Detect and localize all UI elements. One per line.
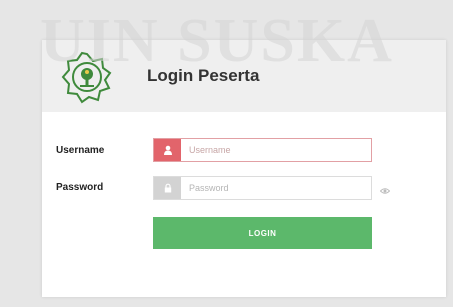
password-field[interactable] bbox=[153, 176, 372, 200]
username-input[interactable] bbox=[181, 139, 371, 161]
password-input[interactable] bbox=[181, 177, 371, 199]
uin-suska-emblem-icon bbox=[60, 50, 114, 104]
eye-icon[interactable] bbox=[379, 183, 391, 194]
card-header: Login Peserta bbox=[42, 40, 446, 112]
login-card: Login Peserta Username Password LOGIN bbox=[42, 40, 446, 297]
page-title: Login Peserta bbox=[147, 66, 260, 85]
username-label: Username bbox=[56, 145, 105, 156]
username-field[interactable] bbox=[153, 138, 372, 162]
user-icon bbox=[154, 139, 181, 161]
login-button[interactable]: LOGIN bbox=[153, 217, 372, 249]
password-label: Password bbox=[56, 182, 104, 193]
lock-icon bbox=[154, 177, 181, 199]
